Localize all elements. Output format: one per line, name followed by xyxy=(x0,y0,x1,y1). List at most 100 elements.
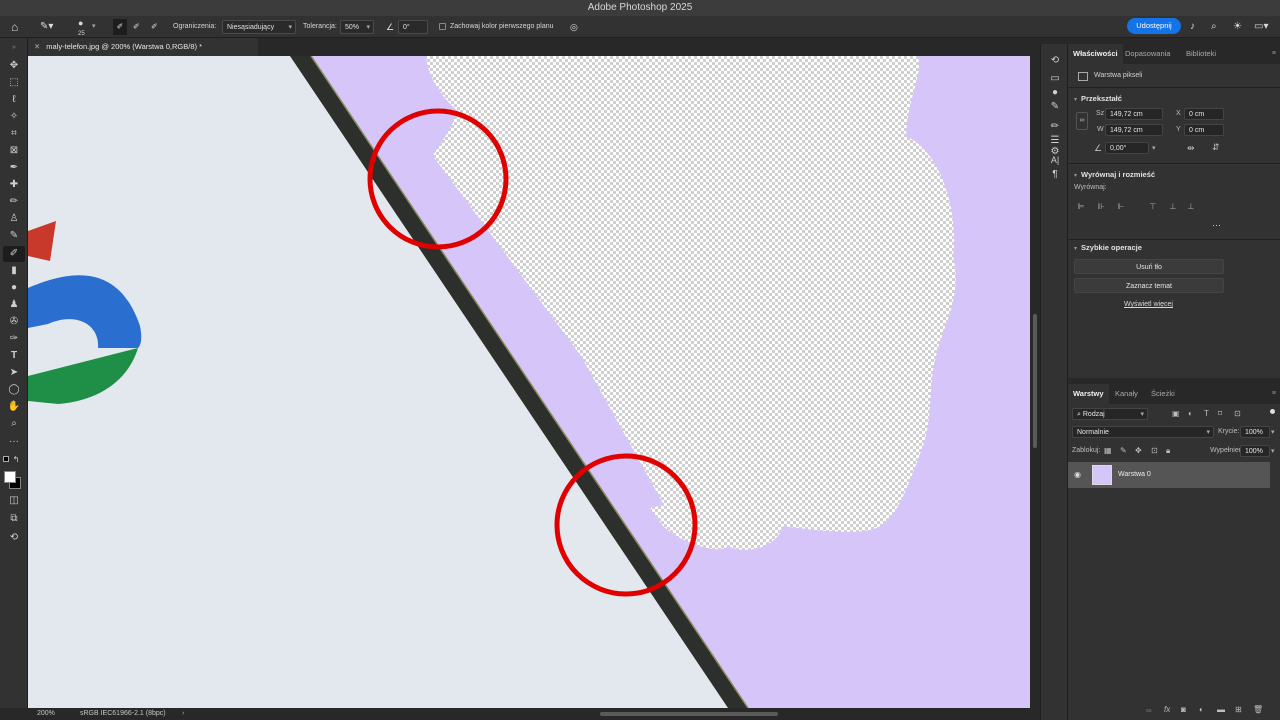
tolerance-field[interactable]: 50% ▾ xyxy=(340,20,374,34)
add-mask-icon[interactable]: ◙ xyxy=(1181,705,1186,714)
sample-once-icon[interactable]: ✐ xyxy=(133,16,140,38)
lock-artboard-icon[interactable]: ⊡ xyxy=(1151,446,1158,455)
layer-row[interactable]: ◉ Warstwa 0 xyxy=(1068,462,1270,488)
type-tool-icon[interactable]: T xyxy=(3,348,25,364)
fill-field[interactable]: 100% xyxy=(1240,445,1270,457)
align-top-icon[interactable]: ⊤ xyxy=(1148,202,1158,212)
bell-icon[interactable]: ♪ xyxy=(1190,16,1195,38)
fx-icon[interactable]: fx xyxy=(1164,705,1170,714)
stamp-tool-icon[interactable]: ♙ xyxy=(3,211,25,227)
pressure-icon[interactable]: ◎ xyxy=(570,16,578,38)
scroll-thumb[interactable] xyxy=(1033,314,1037,448)
y-field[interactable]: 0 cm xyxy=(1184,124,1224,136)
link-icon[interactable]: ∞ xyxy=(1076,112,1088,130)
eyedropper-tool-icon[interactable]: ✒ xyxy=(3,160,25,176)
character-icon[interactable]: A| xyxy=(1047,153,1063,167)
document-tab[interactable]: ✕ maly-telefon.jpg @ 200% (Warstwa 0,RGB/… xyxy=(28,38,258,56)
remove-background-button[interactable]: Usuń tło xyxy=(1074,259,1224,274)
share-button[interactable]: Udostępnij xyxy=(1127,18,1181,34)
horizontal-scroll-thumb[interactable] xyxy=(600,712,778,716)
shape-tool-icon[interactable]: ◯ xyxy=(3,382,25,398)
quick-mask-icon[interactable]: ◫ xyxy=(3,493,25,509)
tab-adjustments[interactable]: Dopasowania xyxy=(1120,44,1175,64)
magic-eraser-tool-icon[interactable]: ✐ xyxy=(3,246,25,262)
color-icon[interactable]: ● xyxy=(1047,86,1063,100)
lock-move-icon[interactable]: ✥ xyxy=(1135,446,1142,455)
frame-tool-icon[interactable]: ⊠ xyxy=(3,143,25,159)
tab-properties[interactable]: Właściwości xyxy=(1068,44,1123,64)
width-field[interactable]: 149,72 cm xyxy=(1105,108,1163,120)
align-header[interactable]: ▾ Wyrównaj i rozmieść xyxy=(1074,170,1155,179)
more-options-icon[interactable]: ··· xyxy=(1212,220,1221,230)
blend-mode-select[interactable]: Normalnie ▾ xyxy=(1072,426,1214,438)
lock-paint-icon[interactable]: ✎ xyxy=(1120,446,1127,455)
align-hcenter-icon[interactable]: ⊪ xyxy=(1096,202,1106,212)
height-field[interactable]: 149,72 cm xyxy=(1105,124,1163,136)
filter-shape-icon[interactable]: ⌑ xyxy=(1218,409,1222,418)
chevron-down-icon[interactable]: ▾ xyxy=(1271,447,1275,455)
canvas[interactable] xyxy=(28,56,1030,708)
tab-layers[interactable]: Warstwy xyxy=(1068,384,1109,404)
status-arrow-icon[interactable]: › xyxy=(182,708,184,720)
healing-tool-icon[interactable]: ✚ xyxy=(3,177,25,193)
layer-name[interactable]: Warstwa 0 xyxy=(1118,471,1151,478)
zoom-tool-icon[interactable]: ⌕ xyxy=(3,416,25,432)
transform-header[interactable]: ▾ Przekształć xyxy=(1074,94,1122,103)
quick-select-tool-icon[interactable]: ✧ xyxy=(3,109,25,125)
visibility-eye-icon[interactable]: ◉ xyxy=(1074,470,1081,479)
tab-libraries[interactable]: Biblioteki xyxy=(1181,44,1221,64)
adjustment-layer-icon[interactable]: ◐ xyxy=(1199,705,1204,714)
default-colors-icon[interactable] xyxy=(3,456,9,462)
tab-paths[interactable]: Ścieżki xyxy=(1146,384,1180,404)
foreground-color-swatch[interactable] xyxy=(4,471,16,483)
workspace-icon[interactable]: ▭▾ xyxy=(1254,16,1268,38)
filter-toggle-icon[interactable] xyxy=(1270,409,1275,414)
tab-channels[interactable]: Kanały xyxy=(1110,384,1143,404)
chevron-down-icon[interactable]: ▾ xyxy=(1152,144,1156,152)
panel-menu-icon[interactable]: ≡ xyxy=(1272,390,1276,397)
brush-tool-icon[interactable]: ✏ xyxy=(3,194,25,210)
history-brush-tool-icon[interactable]: ✎ xyxy=(3,228,25,244)
pen-tool-icon[interactable]: ✑ xyxy=(3,331,25,347)
close-icon[interactable]: ✕ xyxy=(34,42,40,51)
tool-preset-icon[interactable]: ✎▾ xyxy=(40,16,53,38)
dodge-tool-icon[interactable]: ♟ xyxy=(3,297,25,313)
sample-bg-icon[interactable]: ✐ xyxy=(151,16,158,38)
new-layer-icon[interactable]: ⊞ xyxy=(1235,705,1242,714)
screen-mode-icon[interactable]: ⧉ xyxy=(3,511,25,527)
marquee-tool-icon[interactable]: ⬚ xyxy=(3,75,25,91)
align-bottom-icon[interactable]: ⊥ xyxy=(1186,202,1196,212)
gradient-tool-icon[interactable]: ▮ xyxy=(3,263,25,279)
hand-tool-icon[interactable]: ✋ xyxy=(3,399,25,415)
home-icon[interactable]: ⌂ xyxy=(11,16,18,38)
constraints-select[interactable]: Niesąsiadujący ▾ xyxy=(222,20,296,34)
chevron-down-icon[interactable]: ▾ xyxy=(1271,428,1275,436)
paragraph-icon[interactable]: ¶ xyxy=(1047,168,1063,182)
filter-smart-icon[interactable]: ⊡ xyxy=(1234,409,1241,418)
select-subject-button[interactable]: Zaznacz temat xyxy=(1074,278,1224,293)
opacity-field[interactable]: 100% xyxy=(1240,426,1270,438)
burn-tool-icon[interactable]: ✇ xyxy=(3,314,25,330)
link-layers-icon[interactable]: ∞ xyxy=(1146,706,1152,715)
comments-icon[interactable]: ▭ xyxy=(1047,72,1063,86)
zoom-level[interactable]: 200% xyxy=(37,708,55,720)
align-vcenter-icon[interactable]: ⊥ xyxy=(1168,202,1178,212)
filter-type-icon[interactable]: T xyxy=(1204,409,1209,418)
layer-filter-select[interactable]: ⌕ Rodzaj ▾ xyxy=(1072,408,1148,420)
history-icon[interactable]: ⟲ xyxy=(1047,54,1063,68)
layer-thumbnail[interactable] xyxy=(1092,465,1112,485)
discover-icon[interactable]: ☀ xyxy=(1233,16,1242,38)
brushes-icon[interactable]: ✎ xyxy=(1047,100,1063,114)
quick-actions-header[interactable]: ▾ Szybkie operacje xyxy=(1074,243,1142,252)
crop-tool-icon[interactable]: ⌗ xyxy=(3,126,25,142)
adjust-icon[interactable]: ✏ xyxy=(1047,120,1063,134)
more-tools-icon[interactable]: ··· xyxy=(3,434,25,450)
share-for-review-icon[interactable]: ⟲ xyxy=(3,530,25,546)
blur-tool-icon[interactable]: ● xyxy=(3,280,25,296)
flip-horizontal-icon[interactable]: ⇹ xyxy=(1187,143,1195,154)
lock-all-icon[interactable]: 🔒︎ xyxy=(1166,446,1170,456)
filter-pixel-icon[interactable]: ▣ xyxy=(1172,409,1180,418)
align-right-icon[interactable]: ⊩ xyxy=(1116,202,1126,212)
angle-field[interactable]: 0,00° xyxy=(1105,142,1149,154)
eraser-mode-icon[interactable]: ✐ xyxy=(113,19,127,35)
